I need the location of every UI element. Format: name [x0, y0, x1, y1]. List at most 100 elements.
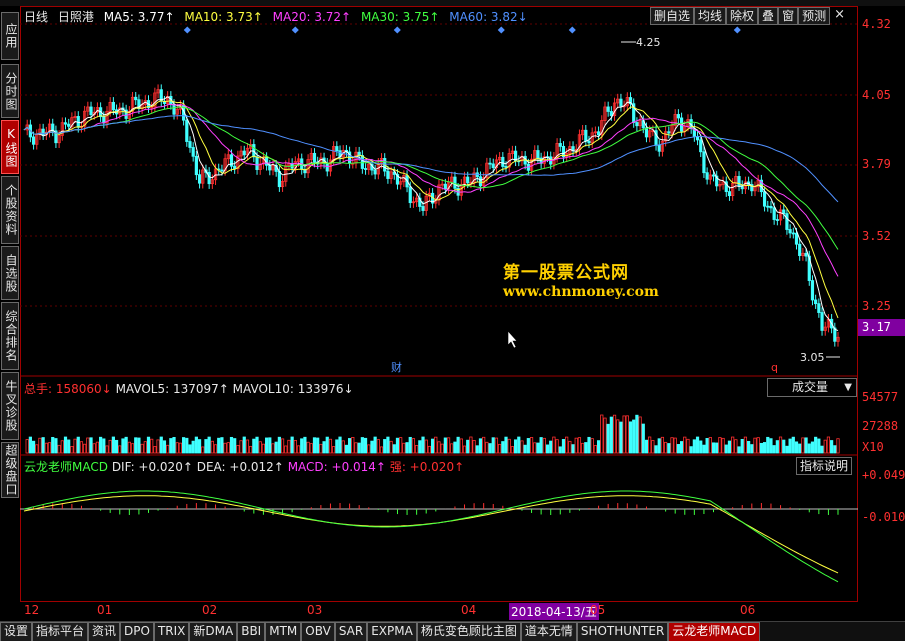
- volume-bar: [255, 436, 259, 454]
- candle-body: [67, 123, 71, 127]
- tab-expma[interactable]: EXPMA: [367, 622, 417, 641]
- volume-bar: [150, 438, 154, 454]
- volume-bar: [44, 442, 48, 454]
- volume-bar: [293, 439, 297, 454]
- volume-bar: [159, 436, 163, 454]
- volume-bar: [316, 437, 320, 454]
- candle-body: [782, 209, 786, 215]
- price-label: 4.32: [862, 17, 891, 31]
- macd-legend: 云龙老师MACD DIF: +0.020↑ DEA: +0.012↑ MACD:…: [24, 458, 464, 475]
- close-icon[interactable]: ×: [830, 7, 849, 25]
- volume-bar: [529, 437, 534, 454]
- volume-bar: [807, 443, 811, 454]
- volume-bar: [734, 439, 738, 454]
- volume-bar: [740, 439, 744, 454]
- candle-body: [804, 252, 808, 257]
- current-price-badge: 3.17: [858, 319, 905, 336]
- tab-sar[interactable]: SAR: [334, 622, 368, 641]
- volume-bar: [609, 416, 613, 454]
- volume-bar: [229, 436, 234, 454]
- volume-bar: [743, 436, 748, 454]
- volume-bar: [446, 437, 451, 454]
- volume-bar: [57, 444, 61, 454]
- ma30-value: MA30: 3.75↑: [360, 10, 440, 24]
- volume-bar: [628, 421, 633, 454]
- window-button[interactable]: 窗: [778, 7, 799, 25]
- volume-bar: [466, 439, 470, 454]
- tab-bbi[interactable]: BBI: [237, 622, 266, 641]
- volume-bar: [775, 440, 779, 454]
- volume-bar: [197, 439, 202, 454]
- tab-yunlong-macd[interactable]: 云龙老师MACD: [668, 622, 761, 641]
- volume-bar: [670, 437, 674, 454]
- tab-yang-gmma[interactable]: 杨氏变色顾比主图: [416, 622, 521, 641]
- volume-bar: [102, 438, 106, 454]
- volume-bar: [820, 445, 824, 454]
- candle-body: [609, 111, 613, 117]
- volume-indicator-select[interactable]: 成交量 ▼: [767, 378, 857, 397]
- candle-body: [504, 166, 508, 168]
- candle-body: [111, 101, 115, 111]
- ma-button[interactable]: 均线: [694, 7, 727, 25]
- mavol5-value: MAVOL5: 137097↑: [115, 382, 229, 396]
- volume-bar: [526, 438, 530, 454]
- volume-bar: [95, 441, 100, 454]
- event-diamond-icon: [183, 26, 191, 34]
- tab-new-dma[interactable]: 新DMA: [189, 622, 238, 641]
- volume-bar: [552, 436, 556, 454]
- tab-settings[interactable]: 设置: [0, 622, 33, 641]
- remove-watchlist-button[interactable]: 删自选: [650, 7, 695, 25]
- volume-bar: [79, 441, 84, 454]
- candle-body: [312, 152, 317, 163]
- volume-bar: [392, 444, 396, 454]
- tab-indicator-platform[interactable]: 指标平台: [32, 622, 89, 641]
- overlay-button[interactable]: 叠: [758, 7, 779, 25]
- candle-body: [242, 150, 246, 156]
- tab-shothunter[interactable]: SHOTHUNTER: [576, 622, 669, 641]
- volume-bar: [731, 436, 735, 454]
- price-label: 4.05: [862, 88, 891, 102]
- volume-bar: [705, 438, 709, 454]
- volume-bar: [73, 438, 77, 454]
- volume-bar: [233, 438, 237, 454]
- volume-bar: [146, 436, 151, 454]
- volume-bar: [766, 436, 770, 454]
- volume-bar: [616, 419, 620, 454]
- tab-trix[interactable]: TRIX: [153, 622, 190, 641]
- volume-bar: [105, 445, 109, 454]
- volume-bar: [632, 419, 636, 454]
- volume-bar: [268, 437, 272, 454]
- ex-rights-button[interactable]: 除权: [726, 7, 759, 25]
- volume-bar: [600, 414, 604, 454]
- volume-bar: [555, 439, 559, 454]
- volume-bar: [673, 437, 677, 454]
- volume-bar: [565, 436, 569, 454]
- month-label: 02: [202, 603, 218, 617]
- tab-news[interactable]: 资讯: [88, 622, 121, 641]
- volume-bar: [539, 437, 543, 454]
- volume-bar: [517, 436, 521, 454]
- volume-bar: [753, 437, 757, 454]
- volume-bar: [612, 414, 617, 454]
- volume-bar: [280, 438, 285, 454]
- mouse-cursor-icon: [507, 330, 518, 349]
- macd-dea-line: [23, 495, 839, 574]
- tab-obv[interactable]: OBV: [301, 622, 335, 641]
- macd-name: 云龙老师MACD: [24, 460, 108, 474]
- candle-body: [188, 141, 192, 148]
- cursor-date-badge: 2018-04-13/五: [509, 603, 599, 620]
- forecast-button[interactable]: 预测: [798, 7, 831, 25]
- kline-chart-svg[interactable]: 4.25 3.05 财 q: [0, 0, 905, 640]
- volume-bar: [201, 446, 205, 454]
- event-diamond-icon: [291, 26, 299, 34]
- chevron-down-icon: ▼: [844, 382, 852, 393]
- volume-bar: [418, 440, 422, 454]
- month-label: 03: [307, 603, 323, 617]
- volume-bar: [239, 440, 243, 454]
- indicator-help-button[interactable]: 指标说明: [796, 457, 853, 475]
- volume-bar: [287, 439, 291, 454]
- volume-bar: [772, 445, 776, 454]
- tab-mtm[interactable]: MTM: [265, 622, 302, 641]
- tab-dpo[interactable]: DPO: [120, 622, 154, 641]
- tab-daoben[interactable]: 道本无情: [520, 622, 577, 641]
